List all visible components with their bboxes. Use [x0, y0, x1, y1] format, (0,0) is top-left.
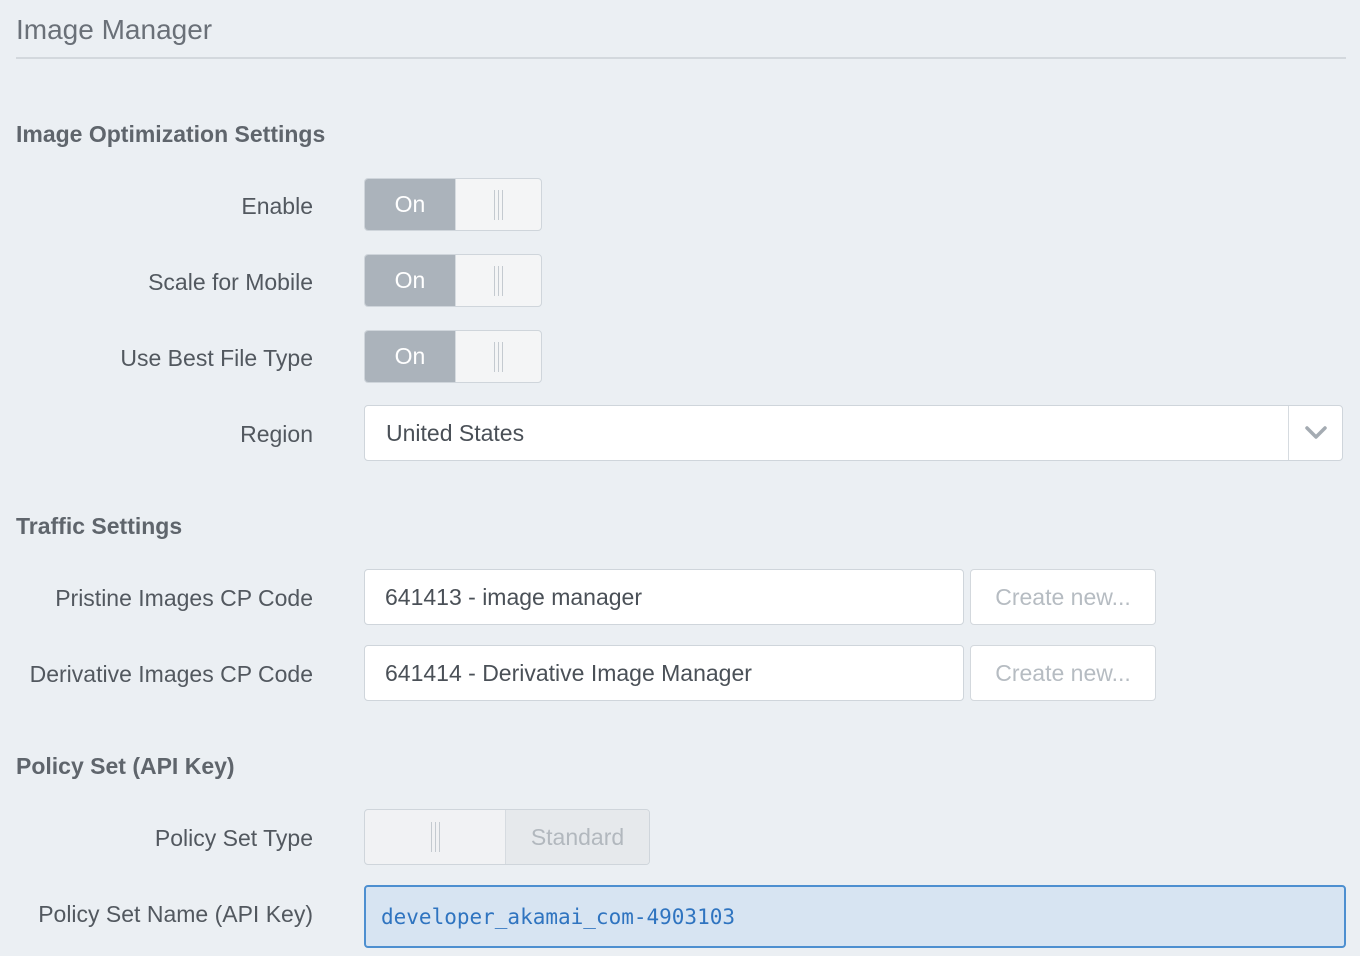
toggle-handle	[365, 810, 506, 864]
derivative-cp-code-label: Derivative Images CP Code	[29, 661, 313, 687]
enable-toggle-state: On	[365, 179, 455, 230]
title-divider	[16, 57, 1346, 59]
pristine-cp-code-label: Pristine Images CP Code	[55, 585, 313, 611]
section-heading-image-optimization: Image Optimization Settings	[16, 121, 326, 147]
section-heading-policy-set: Policy Set (API Key)	[16, 753, 235, 779]
scale-for-mobile-label: Scale for Mobile	[148, 269, 313, 295]
derivative-create-new-button[interactable]: Create new...	[970, 645, 1156, 701]
grip-lines-icon	[494, 341, 503, 372]
enable-toggle[interactable]: On	[364, 178, 542, 231]
grip-lines-icon	[494, 265, 503, 296]
scale-for-mobile-toggle[interactable]: On	[364, 254, 542, 307]
policy-set-type-value: Standard	[506, 810, 649, 864]
use-best-file-type-toggle-state: On	[365, 331, 455, 382]
policy-set-type-label: Policy Set Type	[154, 825, 313, 851]
use-best-file-type-label: Use Best File Type	[120, 345, 313, 371]
grip-lines-icon	[494, 189, 503, 220]
policy-set-type-toggle[interactable]: Standard	[364, 809, 650, 865]
toggle-handle	[455, 179, 541, 230]
region-select-value: United States	[386, 419, 525, 446]
scale-for-mobile-toggle-state: On	[365, 255, 455, 306]
enable-label: Enable	[241, 193, 313, 219]
section-heading-traffic: Traffic Settings	[16, 513, 183, 539]
derivative-cp-code-field[interactable]: 641414 - Derivative Image Manager	[364, 645, 964, 701]
use-best-file-type-toggle[interactable]: On	[364, 330, 542, 383]
chevron-down-icon	[1304, 426, 1327, 439]
pristine-create-new-button[interactable]: Create new...	[970, 569, 1156, 625]
grip-lines-icon	[430, 822, 440, 852]
page-title: Image Manager	[16, 14, 213, 45]
toggle-handle	[455, 255, 541, 306]
region-select[interactable]: United States	[364, 405, 1343, 461]
policy-set-name-label: Policy Set Name (API Key)	[38, 901, 313, 927]
toggle-handle	[455, 331, 541, 382]
region-select-arrow[interactable]	[1288, 406, 1342, 460]
region-label: Region	[240, 421, 313, 447]
pristine-cp-code-field[interactable]: 641413 - image manager	[364, 569, 964, 625]
policy-set-name-field[interactable]: developer_akamai_com-4903103	[364, 885, 1346, 948]
